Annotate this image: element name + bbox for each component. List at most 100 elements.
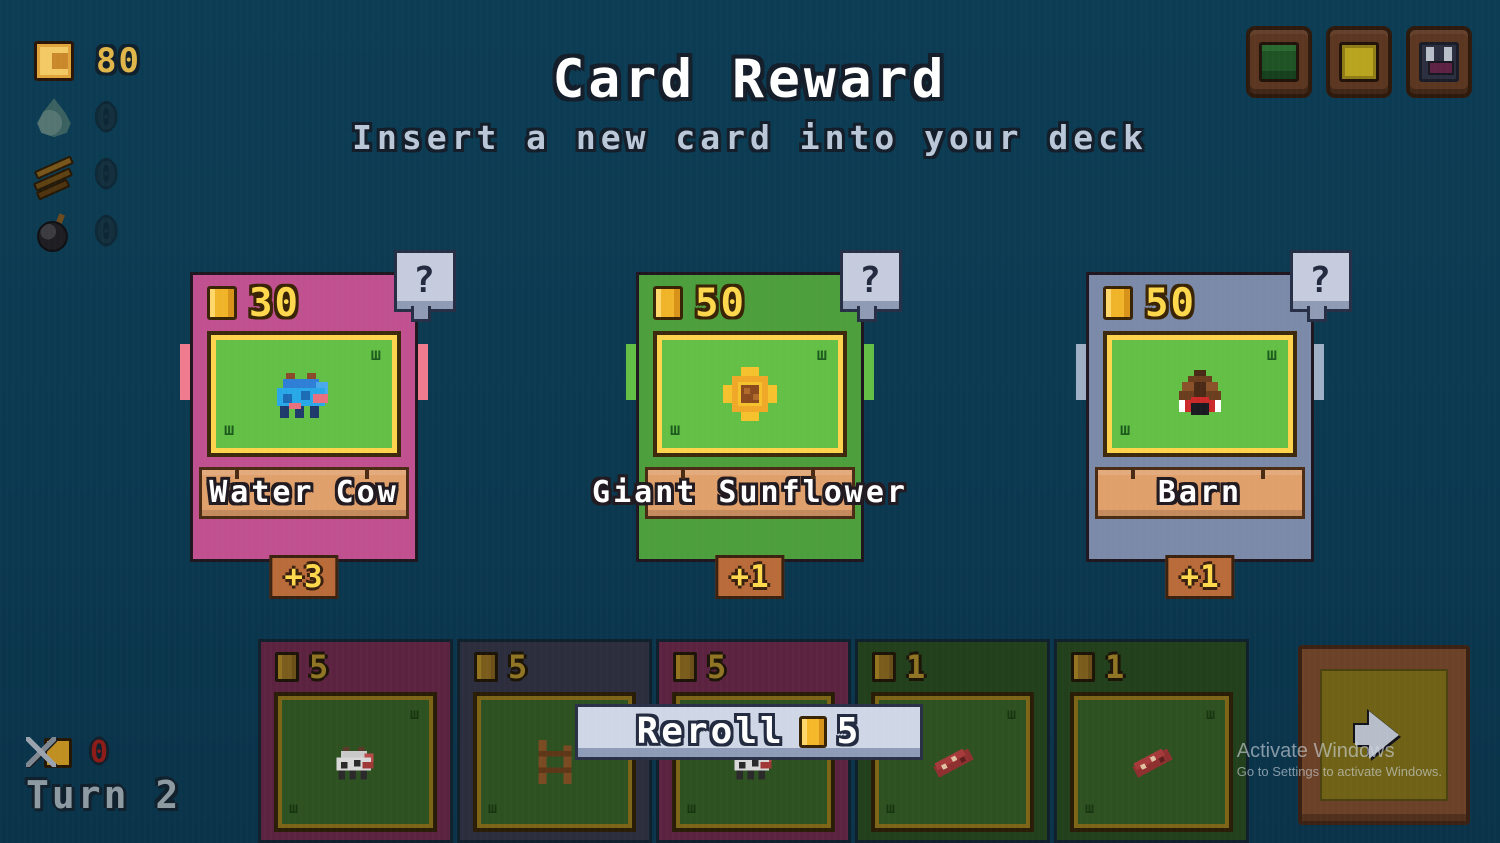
grass-tuft-icon: ш [1120,420,1133,440]
grass-tuft-icon: ш [1006,705,1018,723]
deck-card-crop-2[interactable]: 1 ш ш [1054,639,1249,843]
card-bonus-value: +1 [1180,559,1220,595]
card-nameplate: Giant Sunflower [592,467,905,519]
card-art-field: ш ш [662,340,838,448]
resource-row-bomb: 0 [34,203,141,260]
card-info-button[interactable]: ? [394,250,456,322]
resource-value-wood: 0 [96,154,119,195]
deck-card-art-field: ш ш [1078,700,1225,824]
grass-tuft-icon: ш [224,420,237,440]
water-drop-icon [37,98,71,138]
card-bonus-badge: +1 [1165,555,1235,599]
resource-value-gold: 80 [96,40,141,81]
gold-coin-icon [207,286,237,320]
reward-card-water-cow[interactable]: 30 ш ш Water Cow +3 ? [180,250,456,599]
turn-counter: Turn 2 [26,773,182,817]
reroll-label: Reroll [636,711,785,752]
deck-card-cow-1[interactable]: 5 ш ш [258,639,453,843]
deck-book-button[interactable] [1246,26,1312,98]
reward-card-barn[interactable]: 50 ш ш Barn +1 ? [1076,250,1352,599]
grass-tuft-icon: ш [886,799,898,817]
card-art-field: ш ш [1112,340,1288,448]
deck-card-cost: 5 [659,642,848,692]
fence-sprite [537,739,572,785]
reward-card-giant-sunflower[interactable]: 50 ш ш Giant Sunflower +1 ? [592,250,905,599]
card-info-button[interactable]: ? [1290,250,1352,322]
crop-sprite [932,748,974,778]
gold-coin-icon [798,716,827,748]
deck-card-art-field: ш ш [282,700,429,824]
reward-card-row: 30 ш ш Water Cow +3 ? 50 ш ш Giant Sunfl… [0,250,1500,599]
question-mark-icon: ? [413,260,437,301]
gold-coin-icon [1103,286,1133,320]
deck-card-cost: 1 [1057,642,1246,692]
reroll-cost: 5 [836,711,862,752]
grass-tuft-icon: ш [1085,799,1097,817]
card-bonus-value: +1 [730,559,770,595]
crop-sprite [1131,748,1173,778]
sunflower-sprite [723,367,777,421]
gold-item-button[interactable] [1326,26,1392,98]
card-art-field: ш ш [216,340,392,448]
deck-card-cost: 5 [460,642,649,692]
card-cost-value: 50 [695,280,746,326]
gold-ingot-icon [1339,42,1379,82]
card-body: 50 ш ш [592,272,905,599]
page-subtitle: Insert a new card into your deck [352,118,1148,157]
barn-sprite [1179,370,1221,415]
grass-tuft-icon: ш [687,799,699,817]
grass-tuft-icon: ш [816,345,829,365]
card-bonus-badge: +1 [715,555,785,599]
deck-card-artwork: ш ш [274,692,437,832]
card-artwork: ш ш [1103,331,1297,457]
card-body: 50 ш ш [1086,272,1314,599]
blue-cow-sprite [277,373,328,418]
turn-panel: 0 Turn 2 [26,735,181,815]
deck-card-cost: 1 [858,642,1047,692]
gold-coin-icon [1071,652,1095,682]
right-arrow-icon [1355,711,1399,759]
grass-tuft-icon: ш [409,705,421,723]
card-bonus-badge: +3 [269,555,339,599]
card-cost-value: 30 [249,280,300,326]
card-cost: 50 [639,275,861,331]
card-body: 30 ш ш Water Cow +3 [190,272,418,599]
card-nameplate: Water Cow [199,467,409,519]
resource-row-gold: 80 [34,32,141,89]
card-artwork: ш ш [653,331,847,457]
grass-tuft-icon: ш [370,345,383,365]
resource-row-water: 0 [34,89,141,146]
card-name: Barn [1157,475,1243,510]
card-artwork: ш ш [207,331,401,457]
bomb-icon [34,212,74,252]
resource-value-bomb: 0 [96,211,119,252]
card-name: Giant Sunflower [592,475,908,510]
card-bonus-value: +3 [284,559,324,595]
card-cost: 30 [193,275,415,331]
end-turn-panel [1320,669,1448,801]
gold-coin-icon [474,652,498,682]
deck-card-cost-value: 5 [508,648,530,686]
question-mark-icon: ? [859,260,883,301]
tool-row: 0 [26,735,181,771]
grass-tuft-icon: ш [670,420,683,440]
card-nameplate: Barn [1095,467,1305,519]
green-book-icon [1259,42,1299,82]
grass-tuft-icon: ш [488,799,500,817]
deck-card-cost: 5 [261,642,450,692]
card-cost-value: 50 [1145,280,1196,326]
gold-coin-icon [653,286,683,320]
reroll-button[interactable]: Reroll 5 [575,704,923,760]
card-info-button[interactable]: ? [840,250,902,322]
game-screen: 80 0 0 0 0 Turn 2 Card Reward Insert a n… [0,0,1500,843]
end-turn-button[interactable] [1298,645,1470,825]
potion-button[interactable] [1406,26,1472,98]
resource-value-water: 0 [96,97,119,138]
gold-bar-icon [34,40,74,81]
grass-tuft-icon: ш [1205,705,1217,723]
grass-tuft-icon: ш [289,799,301,817]
resource-panel: 80 0 0 0 [32,32,141,260]
tool-value: 0 [90,735,111,770]
deck-card-artwork: ш ш [1070,692,1233,832]
card-cost: 50 [1089,275,1311,331]
